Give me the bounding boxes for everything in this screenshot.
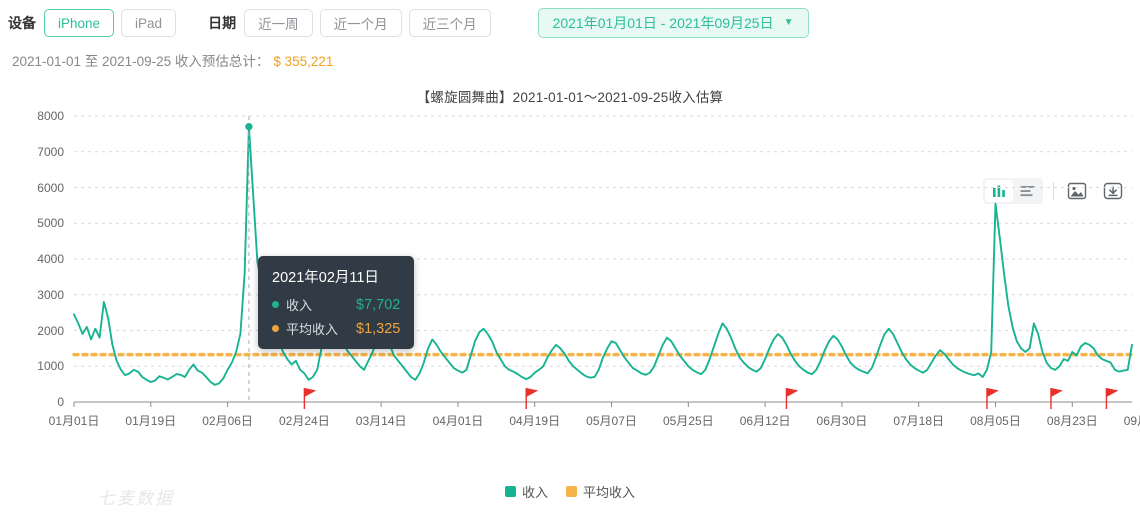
tooltip-dot-average xyxy=(272,325,279,332)
x-axis-tick-10: 06月30日 xyxy=(816,414,868,428)
x-axis-tick-8: 05月25日 xyxy=(662,414,714,428)
date-range-value: 2021年01月01日 - 2021年09月25日 xyxy=(552,15,774,31)
tooltip-label-average: 平均收入 xyxy=(286,322,339,337)
x-axis-tick-5: 04月01日 xyxy=(432,414,484,428)
revenue-summary-amount: $ 355,221 xyxy=(273,54,334,69)
date-filter-label: 日期 xyxy=(208,15,237,31)
x-axis-tick-12: 08月05日 xyxy=(970,414,1021,428)
legend-label-revenue: 收入 xyxy=(521,485,548,500)
tooltip-date: 2021年02月11日 xyxy=(272,270,379,286)
device-option-iphone[interactable]: iPhone xyxy=(44,9,115,37)
revenue-chart-card: 【螺旋圆舞曲】2021-01-01～2021-09-25收入估算 0 1000 … xyxy=(0,78,1140,508)
y-axis-tick-8000: 8000 xyxy=(37,109,64,123)
y-axis-tick-0: 0 xyxy=(57,395,64,409)
revenue-summary-text: 2021-01-01 至 2021-09-25 收入预估总计： xyxy=(12,54,270,69)
x-axis-tick-14: 09月10日 xyxy=(1123,414,1140,428)
x-axis-tick-0: 01月01日 xyxy=(48,414,100,428)
y-axis-tick-2000: 2000 xyxy=(37,323,64,338)
range-option-last-week[interactable]: 近一周 xyxy=(244,9,313,37)
tooltip-value-revenue: $7,702 xyxy=(356,296,401,313)
legend-swatch-average xyxy=(566,486,577,497)
device-filter-label: 设备 xyxy=(8,15,36,31)
chevron-down-icon: ▼ xyxy=(783,17,794,28)
range-option-last-three-months[interactable]: 近三个月 xyxy=(408,9,491,37)
x-axis-tick-6: 04月19日 xyxy=(509,414,561,428)
y-axis-tick-4000: 4000 xyxy=(37,252,64,266)
tooltip-row-average: 平均收入 $1,325 xyxy=(272,319,400,338)
device-option-ipad[interactable]: iPad xyxy=(121,9,177,37)
revenue-summary: 2021-01-01 至 2021-09-25 收入预估总计： $ 355,221 xyxy=(0,38,1140,70)
tooltip-label-revenue: 收入 xyxy=(286,298,313,313)
chart-legend: 收入 平均收入 xyxy=(0,482,1140,501)
y-axis-tick-1000: 1000 xyxy=(37,359,64,374)
tooltip-row-revenue: 收入 $7,702 xyxy=(272,295,400,314)
range-option-last-month[interactable]: 近一个月 xyxy=(319,9,402,37)
x-axis-tick-13: 08月23日 xyxy=(1046,414,1098,428)
legend-swatch-revenue xyxy=(504,486,516,497)
chart-plot-area: 0 1000 2000 3000 4000 5000 6000 7000 8000 01月01日… xyxy=(0,104,1140,508)
y-axis-tick-6000: 6000 xyxy=(37,180,64,195)
chart-tooltip: 2021年02月11日 收入 $7,702 平均收入 $1,325 xyxy=(258,256,415,349)
chart-title: 【螺旋圆舞曲】2021-01-01～2021-09-25收入估算 xyxy=(416,90,724,105)
legend-item-revenue[interactable]: 收入 xyxy=(504,482,548,501)
x-axis-tick-3: 02月24日 xyxy=(279,414,330,428)
y-axis-tick-7000: 7000 xyxy=(37,144,64,159)
x-axis-tick-7: 05月07日 xyxy=(586,414,637,428)
x-axis-tick-11: 07月18日 xyxy=(893,414,945,428)
y-axis-tick-3000: 3000 xyxy=(37,287,64,302)
date-range-picker[interactable]: 2021年01月01日 - 2021年09月25日 ▼ xyxy=(537,8,809,38)
tooltip-value-average: $1,325 xyxy=(356,320,401,337)
legend-item-average[interactable]: 平均收入 xyxy=(566,482,635,501)
x-axis-tick-4: 03月14日 xyxy=(355,414,407,428)
legend-label-average: 平均收入 xyxy=(583,485,636,500)
tooltip-dot-revenue xyxy=(272,301,279,308)
y-axis-tick-5000: 5000 xyxy=(37,216,64,231)
x-axis-tick-2: 02月06日 xyxy=(202,414,253,428)
x-axis-tick-9: 06月12日 xyxy=(739,414,791,428)
filter-toolbar: 设备 iPhone iPad 日期 近一周 近一个月 近三个月 2021年01月… xyxy=(0,0,1140,38)
revenue-line-chart[interactable] xyxy=(0,104,1140,464)
x-axis-tick-1: 01月19日 xyxy=(125,414,177,428)
